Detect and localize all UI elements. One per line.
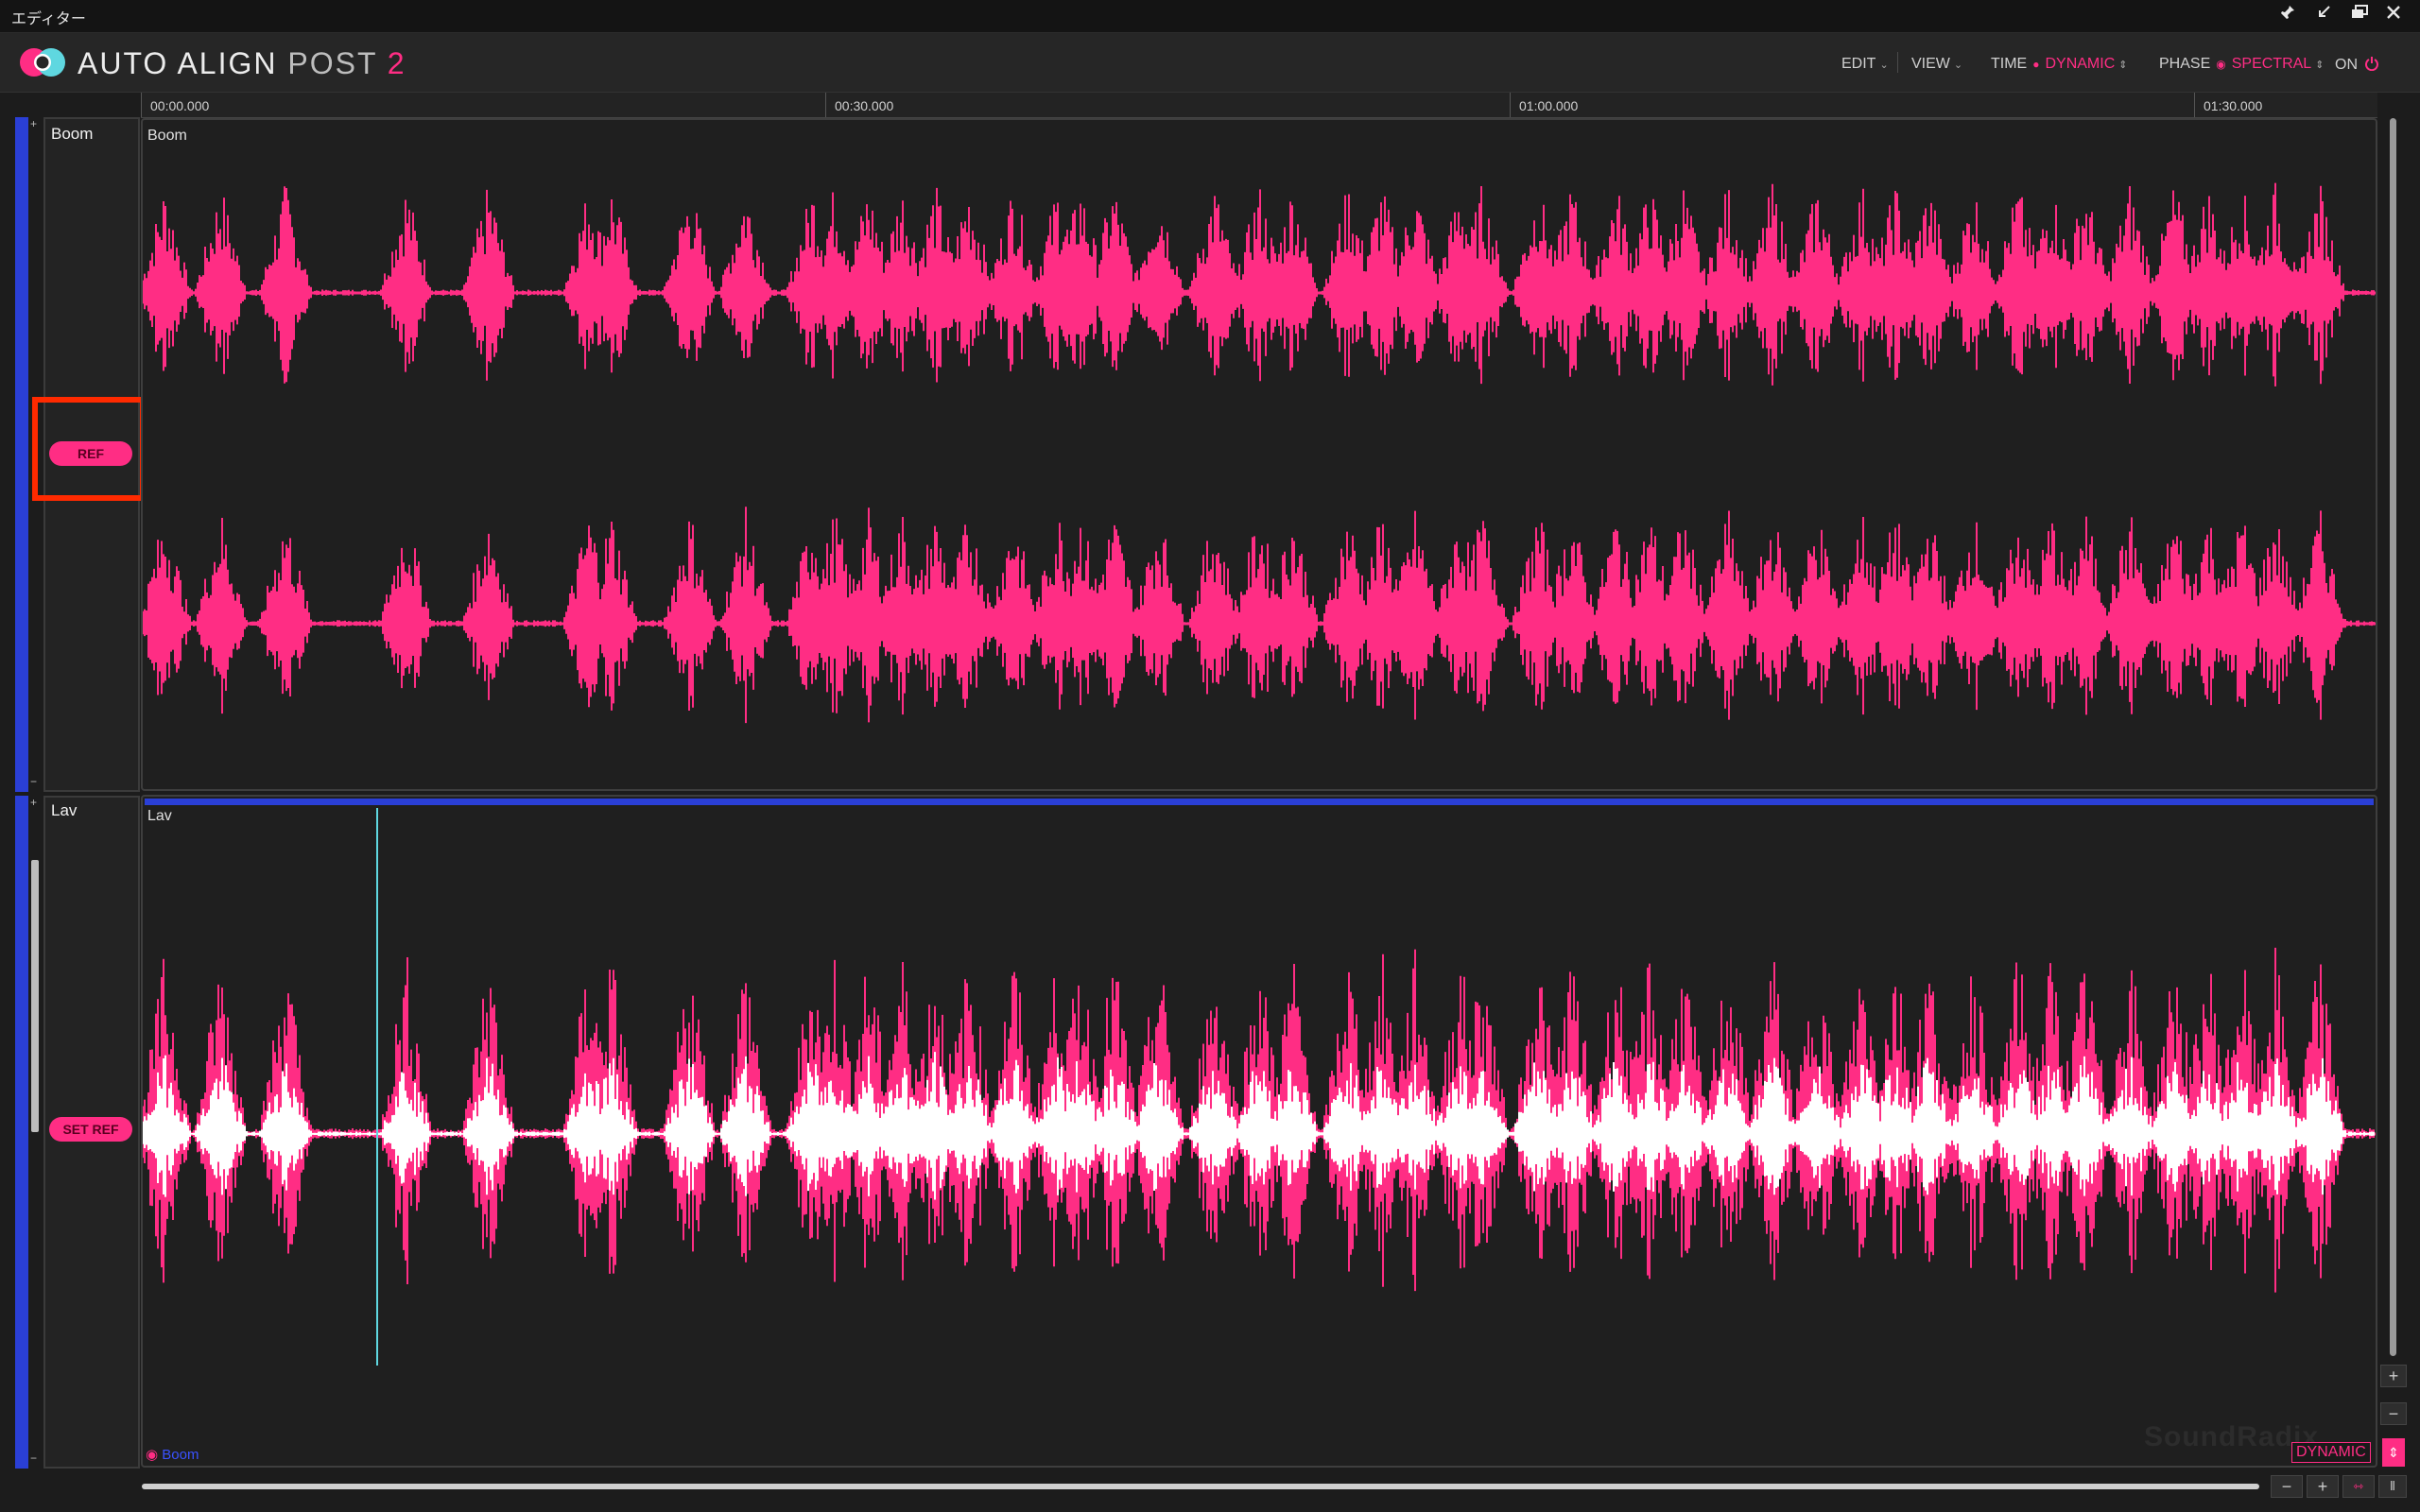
brand-version: 2 <box>387 46 406 80</box>
mode-badge: DYNAMIC <box>2291 1442 2371 1463</box>
zoom-in-vertical-button[interactable]: + <box>2380 1365 2407 1387</box>
power-toggle[interactable]: ON <box>2335 56 2379 74</box>
chevron-down-icon: ⌄ <box>1879 60 1889 71</box>
radio-icon: ◉ <box>2216 58 2226 71</box>
lav-waveform <box>143 808 2376 1366</box>
power-icon <box>2365 57 2379 72</box>
app-brand: AUTO ALIGN POST 2 <box>78 46 406 81</box>
waveform-label: Boom <box>147 128 187 144</box>
time-value: DYNAMIC <box>2045 56 2116 72</box>
phase-label: PHASE <box>2159 56 2211 72</box>
time-ruler[interactable]: 00:00.000 00:30.000 01:00.000 01:30.000 <box>141 93 2377 118</box>
track-name: Boom <box>51 125 94 143</box>
track-collapse-button[interactable]: − <box>30 775 37 788</box>
time-label: TIME <box>1991 56 2028 72</box>
shrink-icon[interactable] <box>2310 4 2337 28</box>
track-selection-strip-boom[interactable] <box>15 117 28 792</box>
menu-divider <box>1897 52 1898 73</box>
track-expand-button[interactable]: + <box>30 796 37 809</box>
ref-button[interactable]: REF <box>49 441 132 466</box>
power-label: ON <box>2335 57 2358 73</box>
boom-waveform-channel-2 <box>143 507 2376 724</box>
zoom-out-button[interactable]: − <box>2271 1475 2303 1498</box>
set-ref-button[interactable]: SET REF <box>49 1117 132 1142</box>
zoom-out-vertical-button[interactable]: − <box>2380 1402 2407 1425</box>
reference-track-indicator: ◉ Boom <box>146 1447 199 1463</box>
window-title: エディター <box>11 11 86 27</box>
phase-mode-selector[interactable]: PHASE ◉ SPECTRAL ⇕ <box>2159 56 2324 73</box>
brand-name: AUTO ALIGN <box>78 46 278 80</box>
updown-icon: ⇕ <box>2118 60 2128 71</box>
ruler-label: 00:00.000 <box>150 98 210 113</box>
window-title-bar: エディター <box>0 0 2420 33</box>
auto-align-logo-icon <box>20 48 65 77</box>
phase-value: SPECTRAL <box>2231 56 2312 72</box>
fit-vertical-icon[interactable]: ⇕ <box>2382 1438 2405 1467</box>
boom-waveform-channel-1 <box>143 182 2376 387</box>
track-selection-strip-lav[interactable] <box>15 796 28 1469</box>
waveform-path <box>143 507 2375 724</box>
ruler-label: 01:00.000 <box>1519 98 1579 113</box>
chevron-down-icon: ⌄ <box>1953 60 1963 71</box>
close-icon[interactable] <box>2380 4 2407 28</box>
waveform-view-icon[interactable]: ⦀ <box>2378 1475 2407 1498</box>
track-name: Lav <box>51 801 78 819</box>
updown-icon: ⇕ <box>2315 60 2325 71</box>
vertical-scrollbar[interactable] <box>2390 118 2396 1356</box>
waveform-path <box>143 182 2375 387</box>
app-header: AUTO ALIGN POST 2 EDIT ⌄ VIEW ⌄ TIME ● DYNAM… <box>0 33 2420 93</box>
ruler-label: 01:30.000 <box>2204 98 2263 113</box>
ruler-label: 00:30.000 <box>835 98 894 113</box>
track-collapse-button[interactable]: − <box>30 1452 37 1465</box>
brand-post: POST <box>287 46 377 80</box>
edit-menu-label: EDIT <box>1841 56 1876 72</box>
time-mode-selector[interactable]: TIME ● DYNAMIC ⇕ <box>1991 56 2127 73</box>
horizontal-scrollbar[interactable] <box>142 1484 2259 1489</box>
restore-icon[interactable] <box>2346 4 2373 28</box>
track-height-slider[interactable] <box>31 860 39 1132</box>
dot-icon: ● <box>2032 58 2040 71</box>
fit-horizontal-icon[interactable]: ⇿ <box>2342 1475 2375 1498</box>
view-menu-label: VIEW <box>1911 56 1950 72</box>
radio-icon: ◉ <box>146 1447 159 1463</box>
zoom-in-button[interactable]: + <box>2307 1475 2339 1498</box>
pin-icon[interactable] <box>2274 4 2301 28</box>
view-menu[interactable]: VIEW ⌄ <box>1911 56 1962 73</box>
edit-menu[interactable]: EDIT ⌄ <box>1841 56 1889 73</box>
track-expand-button[interactable]: + <box>30 117 37 130</box>
